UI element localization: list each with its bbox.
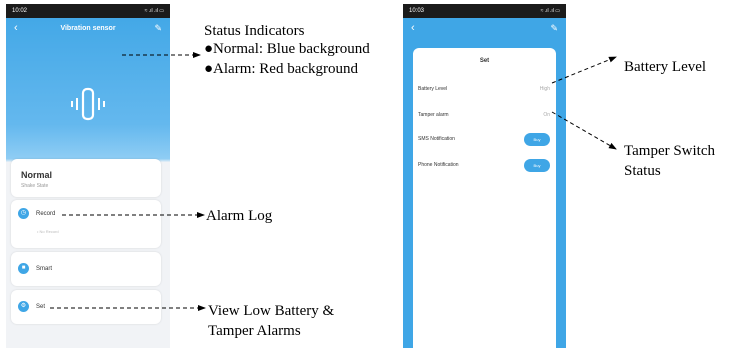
battery-level-note: Battery Level — [624, 59, 707, 75]
alarm-log-note: Alarm Log — [206, 208, 273, 224]
tamper-arrow — [551, 111, 617, 150]
tamper-note-line2: Status — [624, 163, 661, 179]
low-battery-note-line2: Tamper Alarms — [208, 323, 301, 339]
low-battery-note-line1: View Low Battery & — [208, 303, 335, 319]
status-alarm-note: ●Alarm: Red background — [204, 61, 359, 77]
battery-level-arrow — [551, 56, 617, 84]
tamper-note-line1: Tamper Switch — [624, 143, 716, 159]
status-indicators-title: Status Indicators — [204, 23, 305, 39]
status-normal-note: ●Normal: Blue background — [204, 41, 370, 57]
